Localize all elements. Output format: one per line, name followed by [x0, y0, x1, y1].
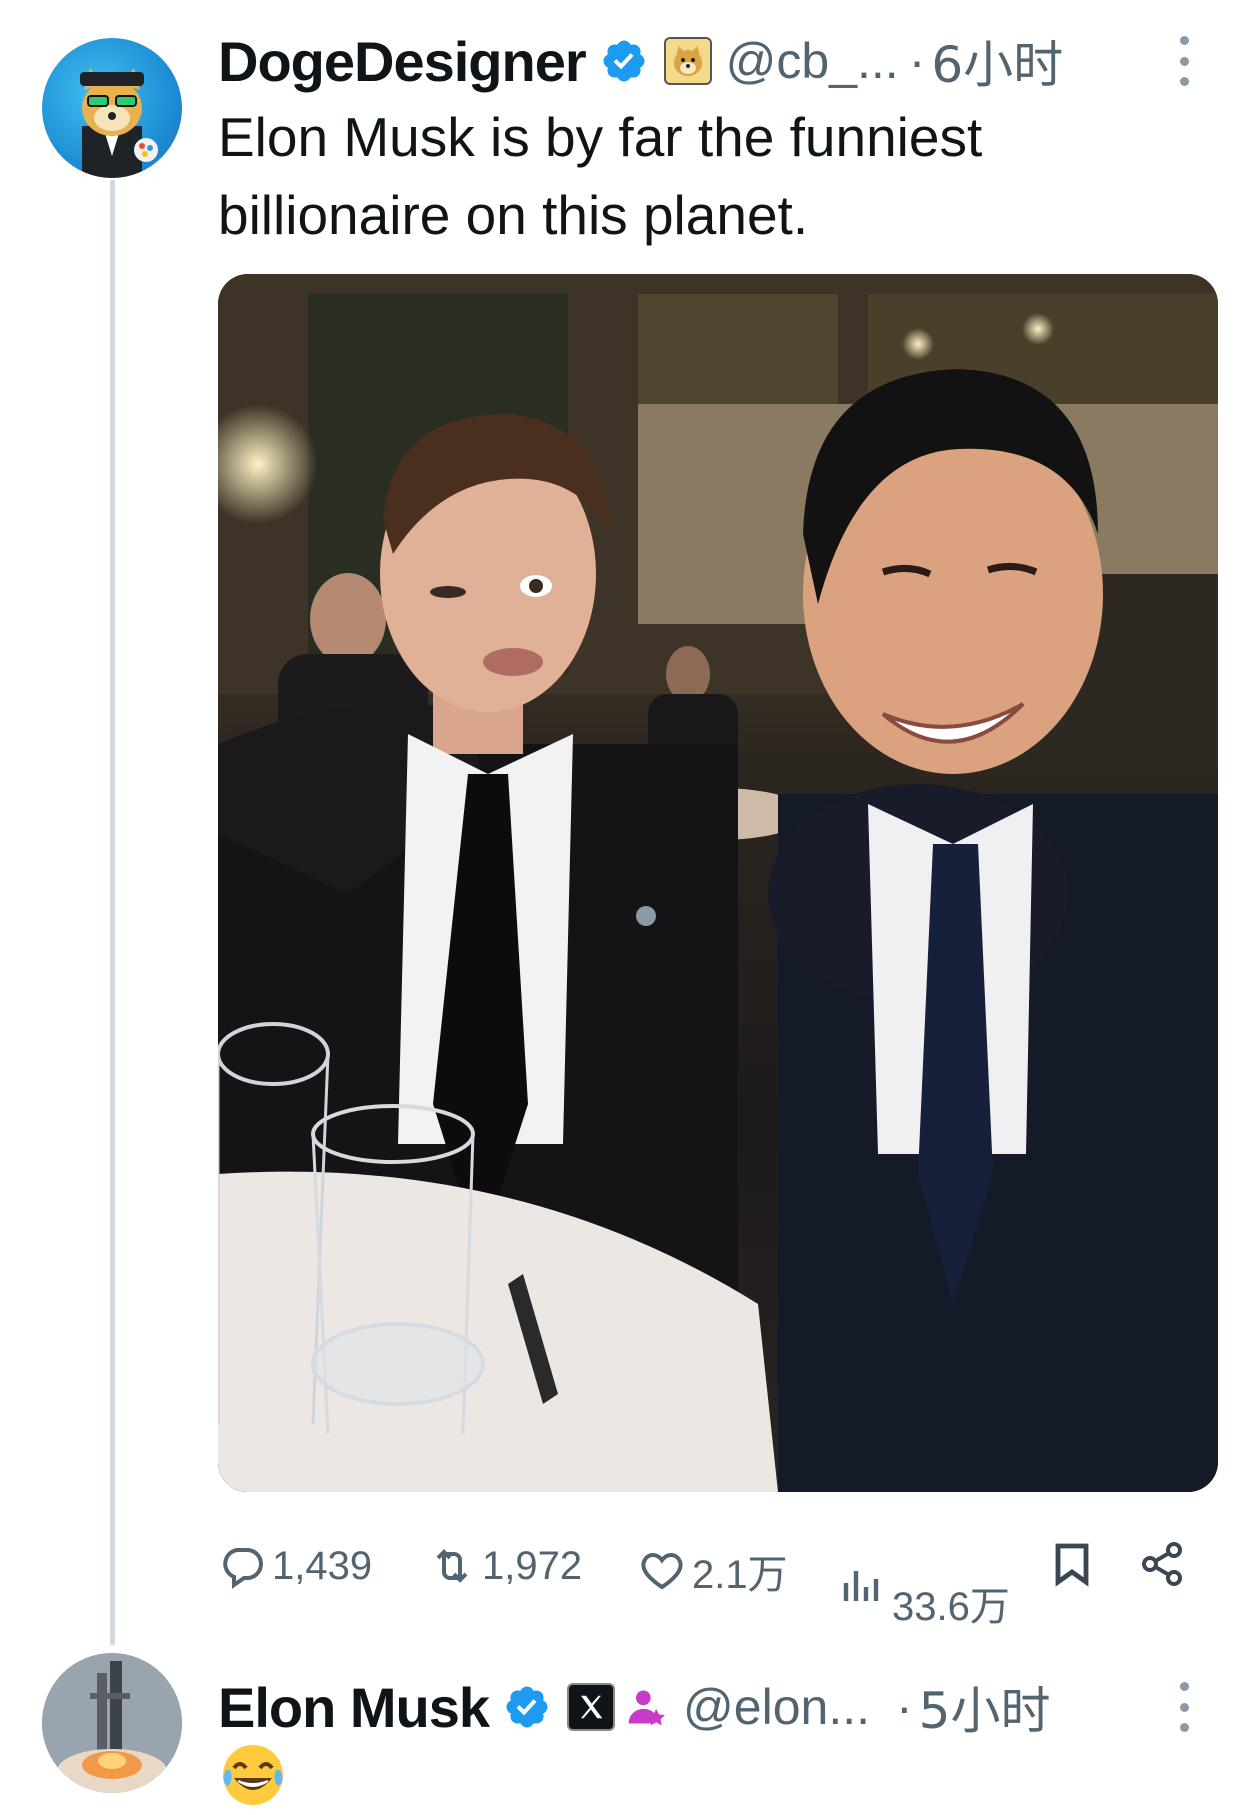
- verified-badge-icon[interactable]: [600, 37, 648, 85]
- doge-affiliate-icon[interactable]: [663, 37, 712, 85]
- tweet-dogedesigner[interactable]: DogeDesigner @cb_... · 6小时 Elon Musk is …: [0, 0, 1260, 1640]
- x-affiliate-icon[interactable]: [567, 1683, 616, 1731]
- handle[interactable]: @cb_...: [726, 32, 899, 90]
- bookmark-button[interactable]: [1048, 1540, 1096, 1588]
- avatar-elonmusk[interactable]: [42, 1653, 182, 1793]
- separator-dot: ·: [908, 33, 926, 89]
- handle[interactable]: @elon...: [683, 1678, 870, 1736]
- reply-count: 1,439: [272, 1543, 373, 1588]
- timestamp[interactable]: 5小时: [919, 1671, 1051, 1743]
- avatar-dogedesigner[interactable]: [42, 38, 182, 178]
- reply-button[interactable]: 1,439: [218, 1542, 372, 1590]
- repost-button[interactable]: 1,972: [428, 1542, 582, 1590]
- more-icon[interactable]: [1174, 36, 1194, 86]
- share-button[interactable]: [1138, 1540, 1186, 1588]
- like-count: 2.1万: [692, 1553, 788, 1597]
- tweet-text-line-2: billionaire on this planet.: [218, 184, 809, 246]
- reply-icon: [223, 1548, 263, 1589]
- person-badge-icon[interactable]: [625, 1685, 669, 1729]
- tweet-text-line-1: Elon Musk is by far the funniest: [218, 106, 983, 168]
- tweet-photo[interactable]: [218, 274, 1218, 1492]
- views-icon: [843, 1571, 879, 1601]
- bookmark-icon: [1055, 1543, 1089, 1587]
- display-name[interactable]: Elon Musk: [218, 1675, 490, 1740]
- separator-dot: ·: [896, 1679, 913, 1735]
- tweet-text: Elon Musk is by far the funniest billion…: [218, 98, 1118, 254]
- like-icon: [641, 1552, 683, 1590]
- timestamp[interactable]: 6小时: [931, 25, 1063, 97]
- repost-icon: [436, 1549, 468, 1583]
- share-icon: [1142, 1542, 1182, 1586]
- display-name[interactable]: DogeDesigner: [218, 29, 587, 94]
- views-count: 33.6万: [892, 1585, 1010, 1629]
- tweet-actions-bar: 1,439 1,972 2.1万 33.6万: [218, 1528, 1218, 1629]
- tweet-header: Elon Musk @elon... · 5小时: [218, 1672, 1220, 1742]
- like-button[interactable]: 2.1万: [638, 1542, 788, 1600]
- views-button[interactable]: 33.6万: [838, 1538, 1010, 1632]
- tears-of-joy-emoji-icon: [223, 1745, 283, 1805]
- tweet-header: DogeDesigner @cb_... · 6小时: [218, 26, 1220, 96]
- verified-badge-icon[interactable]: [503, 1683, 551, 1731]
- tweet-text: 😂: [218, 1740, 288, 1810]
- repost-count: 1,972: [482, 1543, 583, 1588]
- more-icon[interactable]: [1174, 1682, 1194, 1732]
- tweet-elonmusk[interactable]: Elon Musk @elon... · 5小时 😂: [0, 1640, 1260, 1812]
